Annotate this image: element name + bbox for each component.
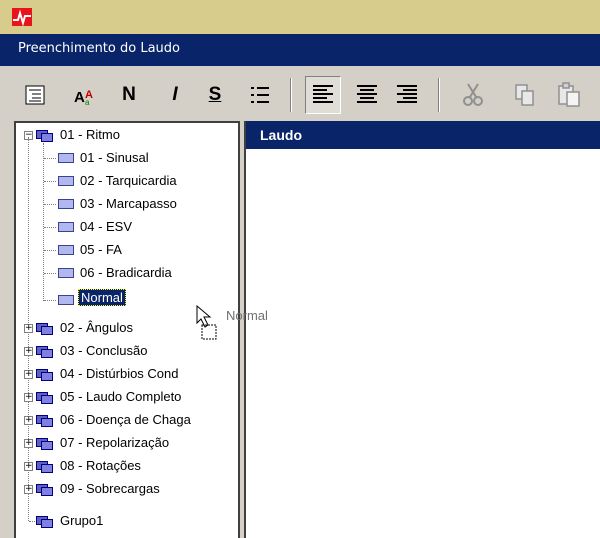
window-title: Preenchimento do Laudo — [18, 41, 180, 56]
bold-button[interactable]: N — [114, 80, 144, 110]
tree-line — [44, 300, 56, 301]
tree-node-disturbios[interactable]: 04 - Distúrbios Cond — [60, 363, 179, 385]
align-left-button[interactable] — [305, 76, 341, 114]
item-icon — [58, 222, 74, 232]
expand-toggle[interactable]: + — [24, 370, 33, 379]
item-icon — [58, 176, 74, 186]
drag-ghost-label: Normal — [226, 308, 268, 323]
app-icon — [12, 8, 32, 27]
tree-line — [44, 250, 56, 251]
paste-button[interactable] — [554, 80, 584, 110]
expand-toggle[interactable]: + — [24, 393, 33, 402]
tree-line — [44, 181, 56, 182]
bullet-list-icon — [250, 86, 270, 103]
italic-button[interactable]: I — [160, 80, 190, 110]
folder-icon — [36, 482, 54, 496]
cut-button[interactable] — [458, 80, 488, 110]
align-right-button[interactable] — [392, 80, 422, 110]
tree-item-esv[interactable]: 04 - ESV — [80, 216, 132, 238]
tree-node-angulos[interactable]: 02 - Ângulos — [60, 317, 133, 339]
tree-node-repolarizacao[interactable]: 07 - Repolarização — [60, 432, 169, 454]
align-right-icon — [396, 84, 418, 103]
expand-toggle[interactable]: + — [24, 324, 33, 333]
tree-node-ritmo[interactable]: 01 - Ritmo — [60, 124, 120, 146]
tree-line — [44, 158, 56, 159]
expand-toggle[interactable]: + — [24, 439, 33, 448]
item-icon — [58, 245, 74, 255]
tree-node-sobrecargas[interactable]: 09 - Sobrecargas — [60, 478, 160, 500]
bullet-list-button[interactable] — [245, 80, 275, 110]
tree-node-laudo-completo[interactable]: 05 - Laudo Completo — [60, 386, 181, 408]
strike-button[interactable]: S — [200, 80, 230, 110]
folder-icon — [36, 436, 54, 450]
folder-icon — [36, 514, 54, 528]
app-bar — [0, 0, 600, 34]
folder-icon — [36, 367, 54, 381]
tree-line — [44, 227, 56, 228]
font-button[interactable]: AAa — [70, 80, 100, 110]
tree-item-normal-selected[interactable]: Normal — [78, 289, 126, 309]
item-icon — [58, 153, 74, 163]
expand-toggle[interactable]: + — [24, 462, 33, 471]
folder-icon — [36, 413, 54, 427]
tree-item-normal[interactable]: Normal — [78, 289, 126, 306]
laudo-panel[interactable]: Laudo — [244, 121, 600, 538]
tree-item-sinusal[interactable]: 01 - Sinusal — [80, 147, 149, 169]
folder-icon — [36, 344, 54, 358]
item-icon — [58, 295, 74, 305]
cut-icon — [462, 82, 484, 106]
expand-toggle[interactable]: + — [24, 485, 33, 494]
item-icon — [58, 268, 74, 278]
toolbar: AAa N I S — [0, 66, 600, 120]
toolbar-separator — [290, 78, 292, 112]
expand-toggle[interactable]: + — [24, 416, 33, 425]
copy-icon — [514, 83, 536, 106]
align-left-icon — [312, 84, 334, 103]
svg-text:a: a — [85, 98, 90, 106]
tree-line — [43, 143, 44, 301]
folder-icon — [36, 128, 54, 142]
tree-item-bradicardia[interactable]: 06 - Bradicardia — [80, 262, 172, 284]
align-center-button[interactable] — [352, 80, 382, 110]
folder-icon — [36, 459, 54, 473]
align-center-icon — [356, 84, 378, 103]
window-titlebar: Preenchimento do Laudo — [0, 34, 600, 66]
tree-node-rotacoes[interactable]: 08 - Rotações — [60, 455, 141, 477]
expand-toggle[interactable]: + — [24, 347, 33, 356]
drag-cursor-icon — [196, 304, 222, 349]
item-icon — [58, 199, 74, 209]
tree-node-chagas[interactable]: 06 - Doença de Chaga — [60, 409, 236, 431]
tree-node-conclusao[interactable]: 03 - Conclusão — [60, 340, 147, 362]
tree-line — [44, 204, 56, 205]
laudo-header: Laudo — [246, 121, 600, 149]
tree-node-grupo1[interactable]: Grupo1 — [60, 510, 103, 532]
tree-line — [44, 273, 56, 274]
font-icon: AAa — [74, 87, 96, 107]
svg-text:A: A — [74, 89, 85, 106]
folder-icon — [36, 390, 54, 404]
tree-item-tarquicardia[interactable]: 02 - Tarquicardia — [80, 170, 177, 192]
tree-item-fa[interactable]: 05 - FA — [80, 239, 122, 261]
outline-button[interactable] — [20, 80, 50, 110]
folder-icon — [36, 321, 54, 335]
tree-item-marcapasso[interactable]: 03 - Marcapasso — [80, 193, 177, 215]
outline-icon — [25, 85, 45, 104]
paste-icon — [557, 81, 581, 107]
copy-button[interactable] — [510, 80, 540, 110]
toolbar-separator — [438, 78, 440, 112]
